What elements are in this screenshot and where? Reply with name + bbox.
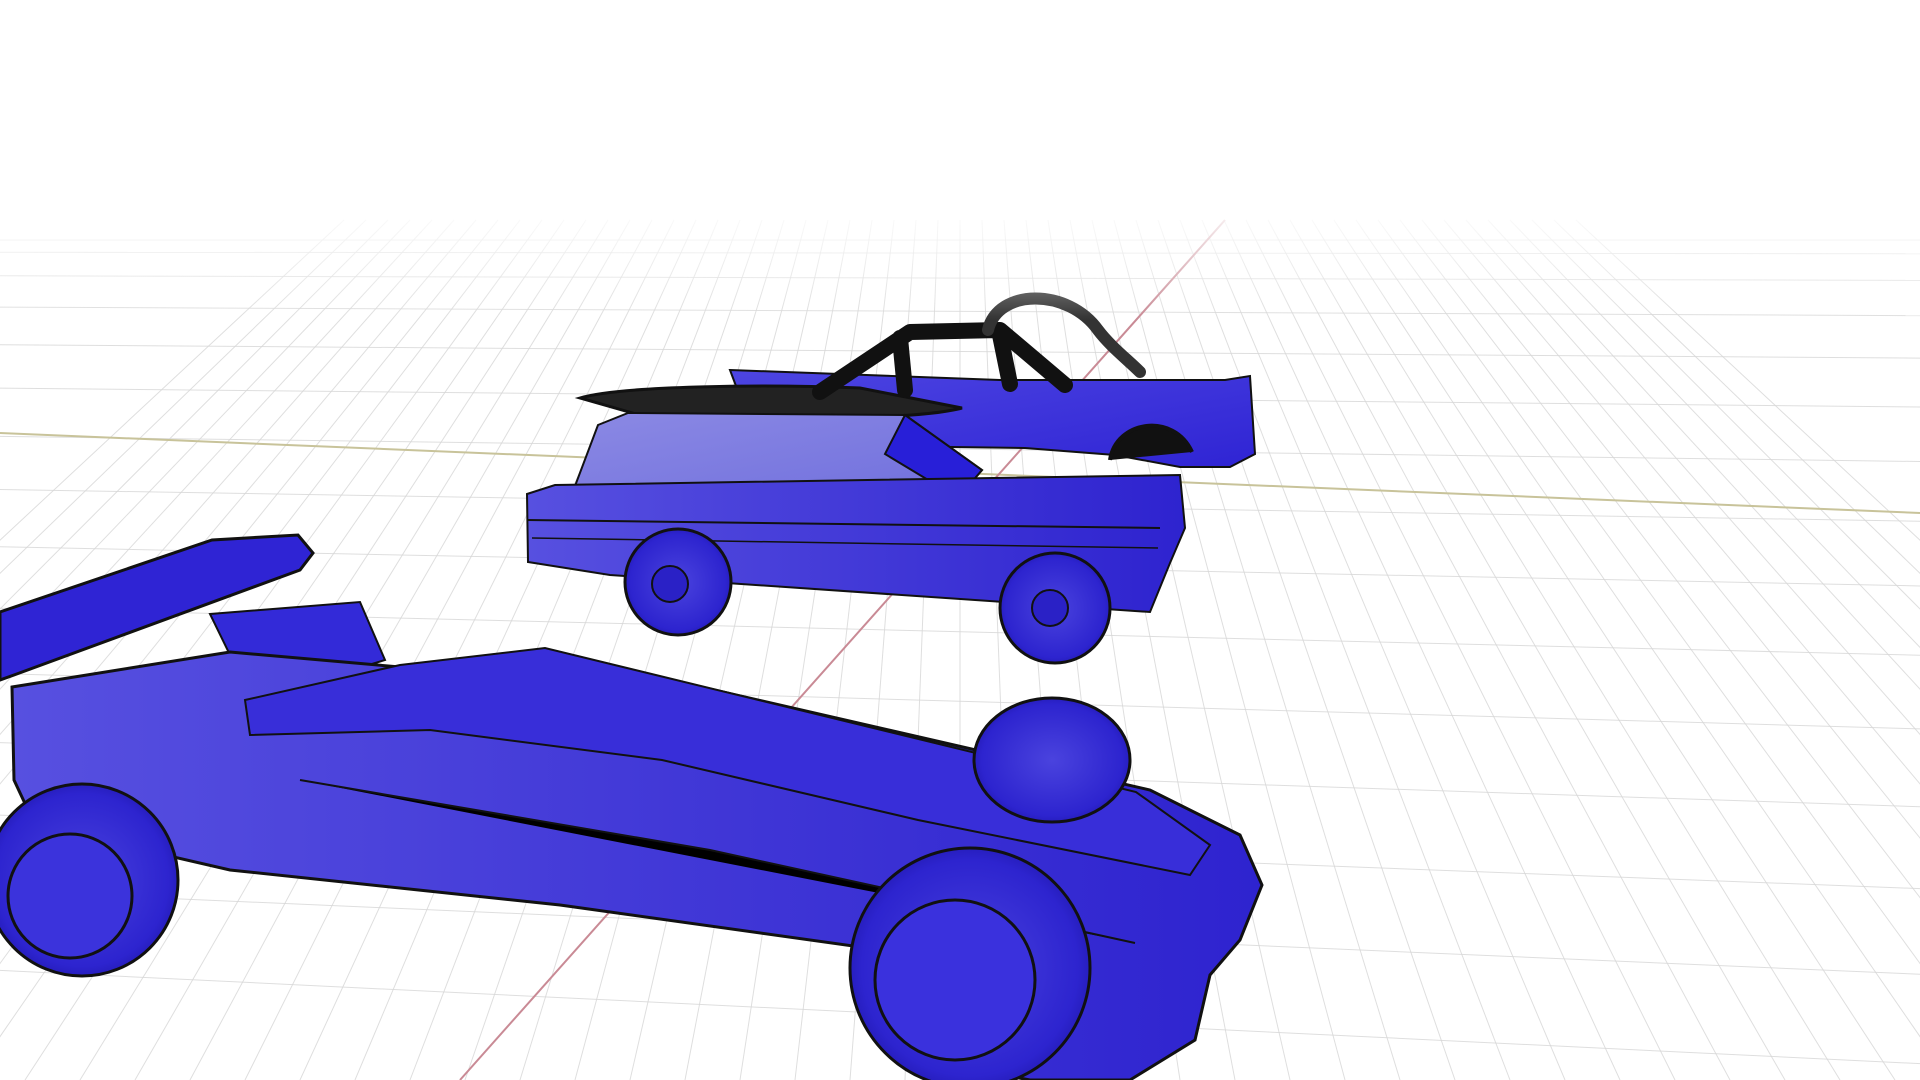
front-car-rear-left-hub [6, 832, 134, 960]
grid-line-receding [1377, 219, 1920, 965]
viewport-canvas[interactable] [0, 0, 1920, 1080]
middle-car-rear-hub [1031, 589, 1069, 627]
middle-car-front-hub [651, 565, 689, 603]
grid-line-receding [1575, 219, 1920, 541]
front-car-front-right-hub [873, 898, 1037, 1062]
grid-line-receding [1223, 219, 1621, 1080]
grid-line-receding [1333, 219, 1896, 1080]
grid-line-receding [1355, 219, 1920, 1038]
grid-line-receding [1443, 219, 1920, 785]
grid-line-receding [1553, 219, 1920, 574]
3d-viewport[interactable] [0, 0, 1920, 1080]
grid-line-receding [684, 219, 851, 1080]
front-car-front-left-wheel [972, 696, 1132, 824]
grid-line-receding [1531, 219, 1920, 610]
